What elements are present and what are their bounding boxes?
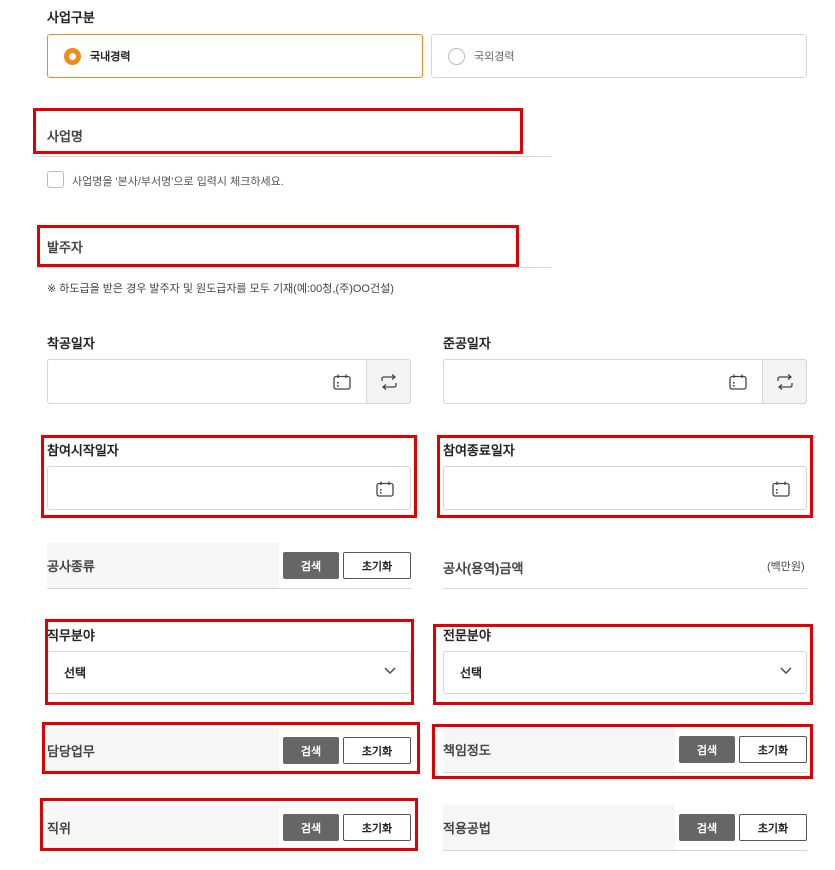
- start-date-label: 착공일자: [47, 336, 95, 351]
- business-type-label: 사업구분: [47, 10, 95, 25]
- swap-icon: [380, 373, 397, 390]
- method-label: 적용공법: [443, 821, 491, 836]
- highlight-project-name: [33, 108, 523, 154]
- construction-type-reset-button[interactable]: 초기화: [343, 552, 411, 579]
- end-date-input[interactable]: [443, 359, 807, 404]
- swap-icon: [776, 373, 793, 390]
- highlight-position: [40, 798, 418, 851]
- highlight-responsibility: [432, 724, 813, 779]
- project-name-underline[interactable]: [35, 156, 551, 157]
- amount-input-underline[interactable]: [443, 588, 807, 589]
- construction-type-field: 공사종류: [47, 543, 279, 588]
- calendar-icon[interactable]: [333, 374, 351, 390]
- project-name-checkbox[interactable]: [47, 171, 64, 188]
- amount-unit: (백만원): [767, 561, 805, 573]
- calendar-icon[interactable]: [729, 374, 747, 390]
- radio-domestic[interactable]: 국내경력: [47, 34, 423, 78]
- method-reset-button[interactable]: 초기화: [739, 814, 807, 841]
- construction-type-label: 공사종류: [47, 559, 95, 574]
- highlight-participation-start: [41, 435, 417, 518]
- client-underline[interactable]: [37, 267, 551, 268]
- amount-label: 공사(용역)금액: [443, 561, 524, 576]
- highlight-job-field: [45, 619, 414, 705]
- highlight-client: [37, 225, 519, 267]
- radio-selected-icon: [64, 47, 81, 65]
- start-date-input[interactable]: [47, 359, 411, 404]
- date-swap-button[interactable]: [762, 359, 807, 404]
- construction-type-underline: [47, 588, 411, 589]
- radio-foreign-label: 국외경력: [474, 51, 515, 63]
- client-note: ※ 하도급을 받은 경우 발주자 및 원도급자를 모두 기재(예:00청,(주)…: [47, 283, 394, 295]
- highlight-specialty-field: [433, 624, 813, 705]
- method-underline: [443, 850, 807, 851]
- radio-unselected-icon: [448, 47, 465, 65]
- radio-domestic-label: 국내경력: [90, 51, 131, 63]
- method-search-button[interactable]: 검색: [679, 814, 735, 841]
- method-field: 적용공법: [443, 805, 675, 850]
- radio-foreign[interactable]: 국외경력: [431, 34, 807, 78]
- project-name-checkbox-label: 사업명을 '본사/부서명'으로 입력시 체크하세요.: [72, 176, 284, 188]
- end-date-label: 준공일자: [443, 336, 491, 351]
- highlight-participation-end: [437, 435, 813, 518]
- date-swap-button[interactable]: [366, 359, 411, 404]
- highlight-duty: [42, 722, 420, 774]
- construction-type-search-button[interactable]: 검색: [283, 552, 339, 579]
